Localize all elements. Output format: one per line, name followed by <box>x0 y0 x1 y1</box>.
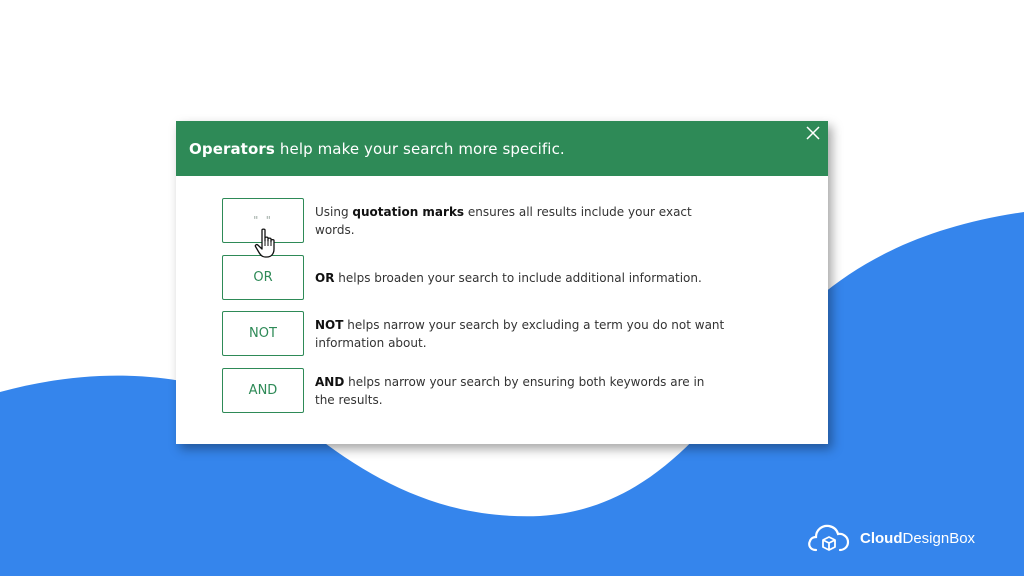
operator-row-not: NOT NOT helps narrow your search by excl… <box>222 311 725 356</box>
close-icon <box>806 126 820 140</box>
logo-text-rest: DesignBox <box>902 529 976 547</box>
header-bold: Operators <box>189 139 275 158</box>
header-text: help make your search more specific. <box>279 139 565 158</box>
not-description: NOT helps narrow your search by excludin… <box>315 316 725 352</box>
or-description: OR helps broaden your search to include … <box>315 269 725 287</box>
desc-text: helps broaden your search to include add… <box>334 270 702 285</box>
quotes-description: Using quotation marks ensures all result… <box>315 203 725 239</box>
operators-dialog: Operators help make your search more spe… <box>176 121 828 444</box>
desc-text: Using <box>315 204 353 219</box>
desc-bold: AND <box>315 374 345 389</box>
operator-row-quotes: " " Using quotation marks ensures all re… <box>222 198 725 243</box>
and-button[interactable]: AND <box>222 368 304 413</box>
cloud-box-icon <box>808 524 850 552</box>
desc-text: helps narrow your search by ensuring bot… <box>315 374 705 407</box>
close-button[interactable] <box>803 123 823 143</box>
desc-bold: OR <box>315 270 335 285</box>
operator-row-and: AND AND helps narrow your search by ensu… <box>222 368 725 413</box>
and-description: AND helps narrow your search by ensuring… <box>315 373 725 409</box>
logo-text-bold: Cloud <box>860 529 903 547</box>
desc-bold: NOT <box>315 317 344 332</box>
operator-row-or: OR OR helps broaden your search to inclu… <box>222 255 725 300</box>
logo-text: CloudDesignBox <box>860 530 975 547</box>
dialog-header: Operators help make your search more spe… <box>176 121 828 176</box>
clouddesignbox-logo: CloudDesignBox <box>806 520 975 556</box>
desc-text: helps narrow your search by excluding a … <box>315 317 725 350</box>
quotes-button[interactable]: " " <box>222 198 304 243</box>
not-button[interactable]: NOT <box>222 311 304 356</box>
desc-bold: quotation marks <box>352 204 465 219</box>
or-button[interactable]: OR <box>222 255 304 300</box>
